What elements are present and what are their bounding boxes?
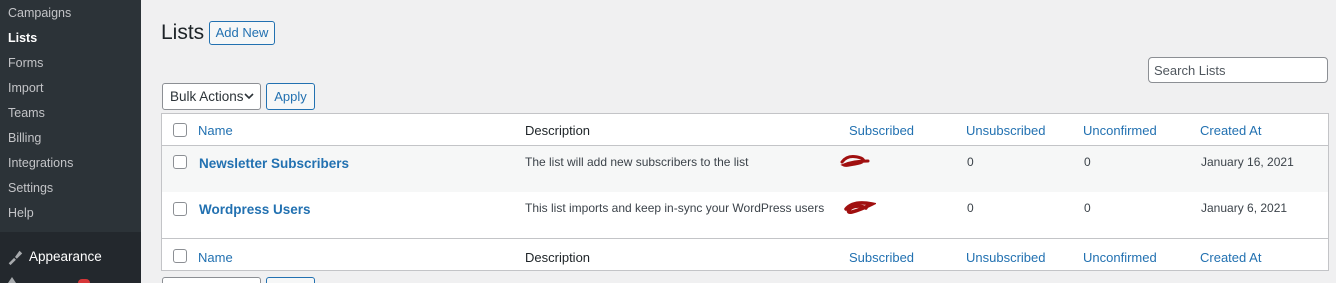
- add-new-button[interactable]: Add New: [209, 21, 275, 45]
- search-input[interactable]: [1148, 57, 1328, 83]
- submenu-item-integrations[interactable]: Integrations: [8, 153, 73, 173]
- bulk-actions-value: Bulk Actions: [170, 89, 244, 104]
- column-footer-name[interactable]: Name: [198, 250, 233, 266]
- submenu-item-teams[interactable]: Teams: [8, 103, 45, 123]
- column-header-description: Description: [525, 123, 591, 138]
- menu-item-appearance[interactable]: Appearance: [0, 244, 141, 270]
- list-name-link[interactable]: Newsletter Subscribers: [199, 156, 349, 171]
- column-footer-description: Description: [525, 250, 591, 265]
- list-name-link[interactable]: Wordpress Users: [199, 202, 311, 217]
- column-header-unconfirmed[interactable]: Unconfirmed: [1083, 123, 1157, 139]
- list-description: This list imports and keep in-sync your …: [525, 201, 825, 215]
- chevron-down-icon: [244, 93, 254, 100]
- notification-badge: [78, 279, 90, 283]
- table-header: Name Description Subscribed Unsubscribed…: [162, 114, 1328, 146]
- submenu-item-settings[interactable]: Settings: [8, 178, 53, 198]
- submenu-item-billing[interactable]: Billing: [8, 128, 41, 148]
- table-row: Newsletter Subscribers The list will add…: [162, 146, 1328, 192]
- table-row: Wordpress Users This list imports and ke…: [162, 192, 1328, 238]
- page-title: Lists: [161, 21, 205, 44]
- submenu-item-help[interactable]: Help: [8, 203, 34, 223]
- lists-table: Name Description Subscribed Unsubscribed…: [161, 113, 1329, 271]
- column-header-created-at[interactable]: Created At: [1200, 123, 1261, 139]
- next-menu-icon: [8, 277, 16, 283]
- column-footer-created-at[interactable]: Created At: [1200, 250, 1261, 266]
- submenu-item-forms[interactable]: Forms: [8, 53, 43, 73]
- submenu: Campaigns Lists Forms Import Teams Billi…: [0, 0, 141, 232]
- menu-item-appearance-label: Appearance: [29, 249, 102, 264]
- list-description: The list will add new subscribers to the…: [525, 155, 749, 169]
- column-footer-subscribed[interactable]: Subscribed: [849, 250, 914, 266]
- column-header-unsubscribed[interactable]: Unsubscribed: [966, 123, 1046, 139]
- unconfirmed-count: 0: [1084, 155, 1091, 169]
- unsubscribed-count: 0: [967, 201, 974, 215]
- unsubscribed-count: 0: [967, 155, 974, 169]
- submenu-item-campaigns[interactable]: Campaigns: [8, 3, 71, 23]
- created-at: January 16, 2021: [1201, 155, 1294, 169]
- admin-sidebar: Campaigns Lists Forms Import Teams Billi…: [0, 0, 141, 283]
- row-checkbox[interactable]: [173, 155, 187, 169]
- column-header-subscribed[interactable]: Subscribed: [849, 123, 914, 139]
- apply-button-bottom[interactable]: [266, 277, 315, 283]
- select-all-checkbox[interactable]: [173, 123, 187, 137]
- paintbrush-icon: [8, 250, 23, 266]
- submenu-item-import[interactable]: Import: [8, 78, 43, 98]
- bulk-actions-select-bottom[interactable]: [162, 277, 261, 283]
- submenu-item-lists[interactable]: Lists: [8, 28, 37, 48]
- row-checkbox[interactable]: [173, 202, 187, 216]
- redaction-scribble: [840, 155, 870, 167]
- created-at: January 6, 2021: [1201, 201, 1288, 215]
- apply-button[interactable]: Apply: [266, 83, 315, 110]
- unconfirmed-count: 0: [1084, 201, 1091, 215]
- redaction-scribble: [844, 201, 876, 214]
- column-footer-unconfirmed[interactable]: Unconfirmed: [1083, 250, 1157, 266]
- column-footer-unsubscribed[interactable]: Unsubscribed: [966, 250, 1046, 266]
- column-header-name[interactable]: Name: [198, 123, 233, 139]
- select-all-checkbox[interactable]: [173, 249, 187, 263]
- bulk-actions-select[interactable]: Bulk Actions: [162, 83, 261, 110]
- table-footer: Name Description Subscribed Unsubscribed…: [162, 238, 1328, 271]
